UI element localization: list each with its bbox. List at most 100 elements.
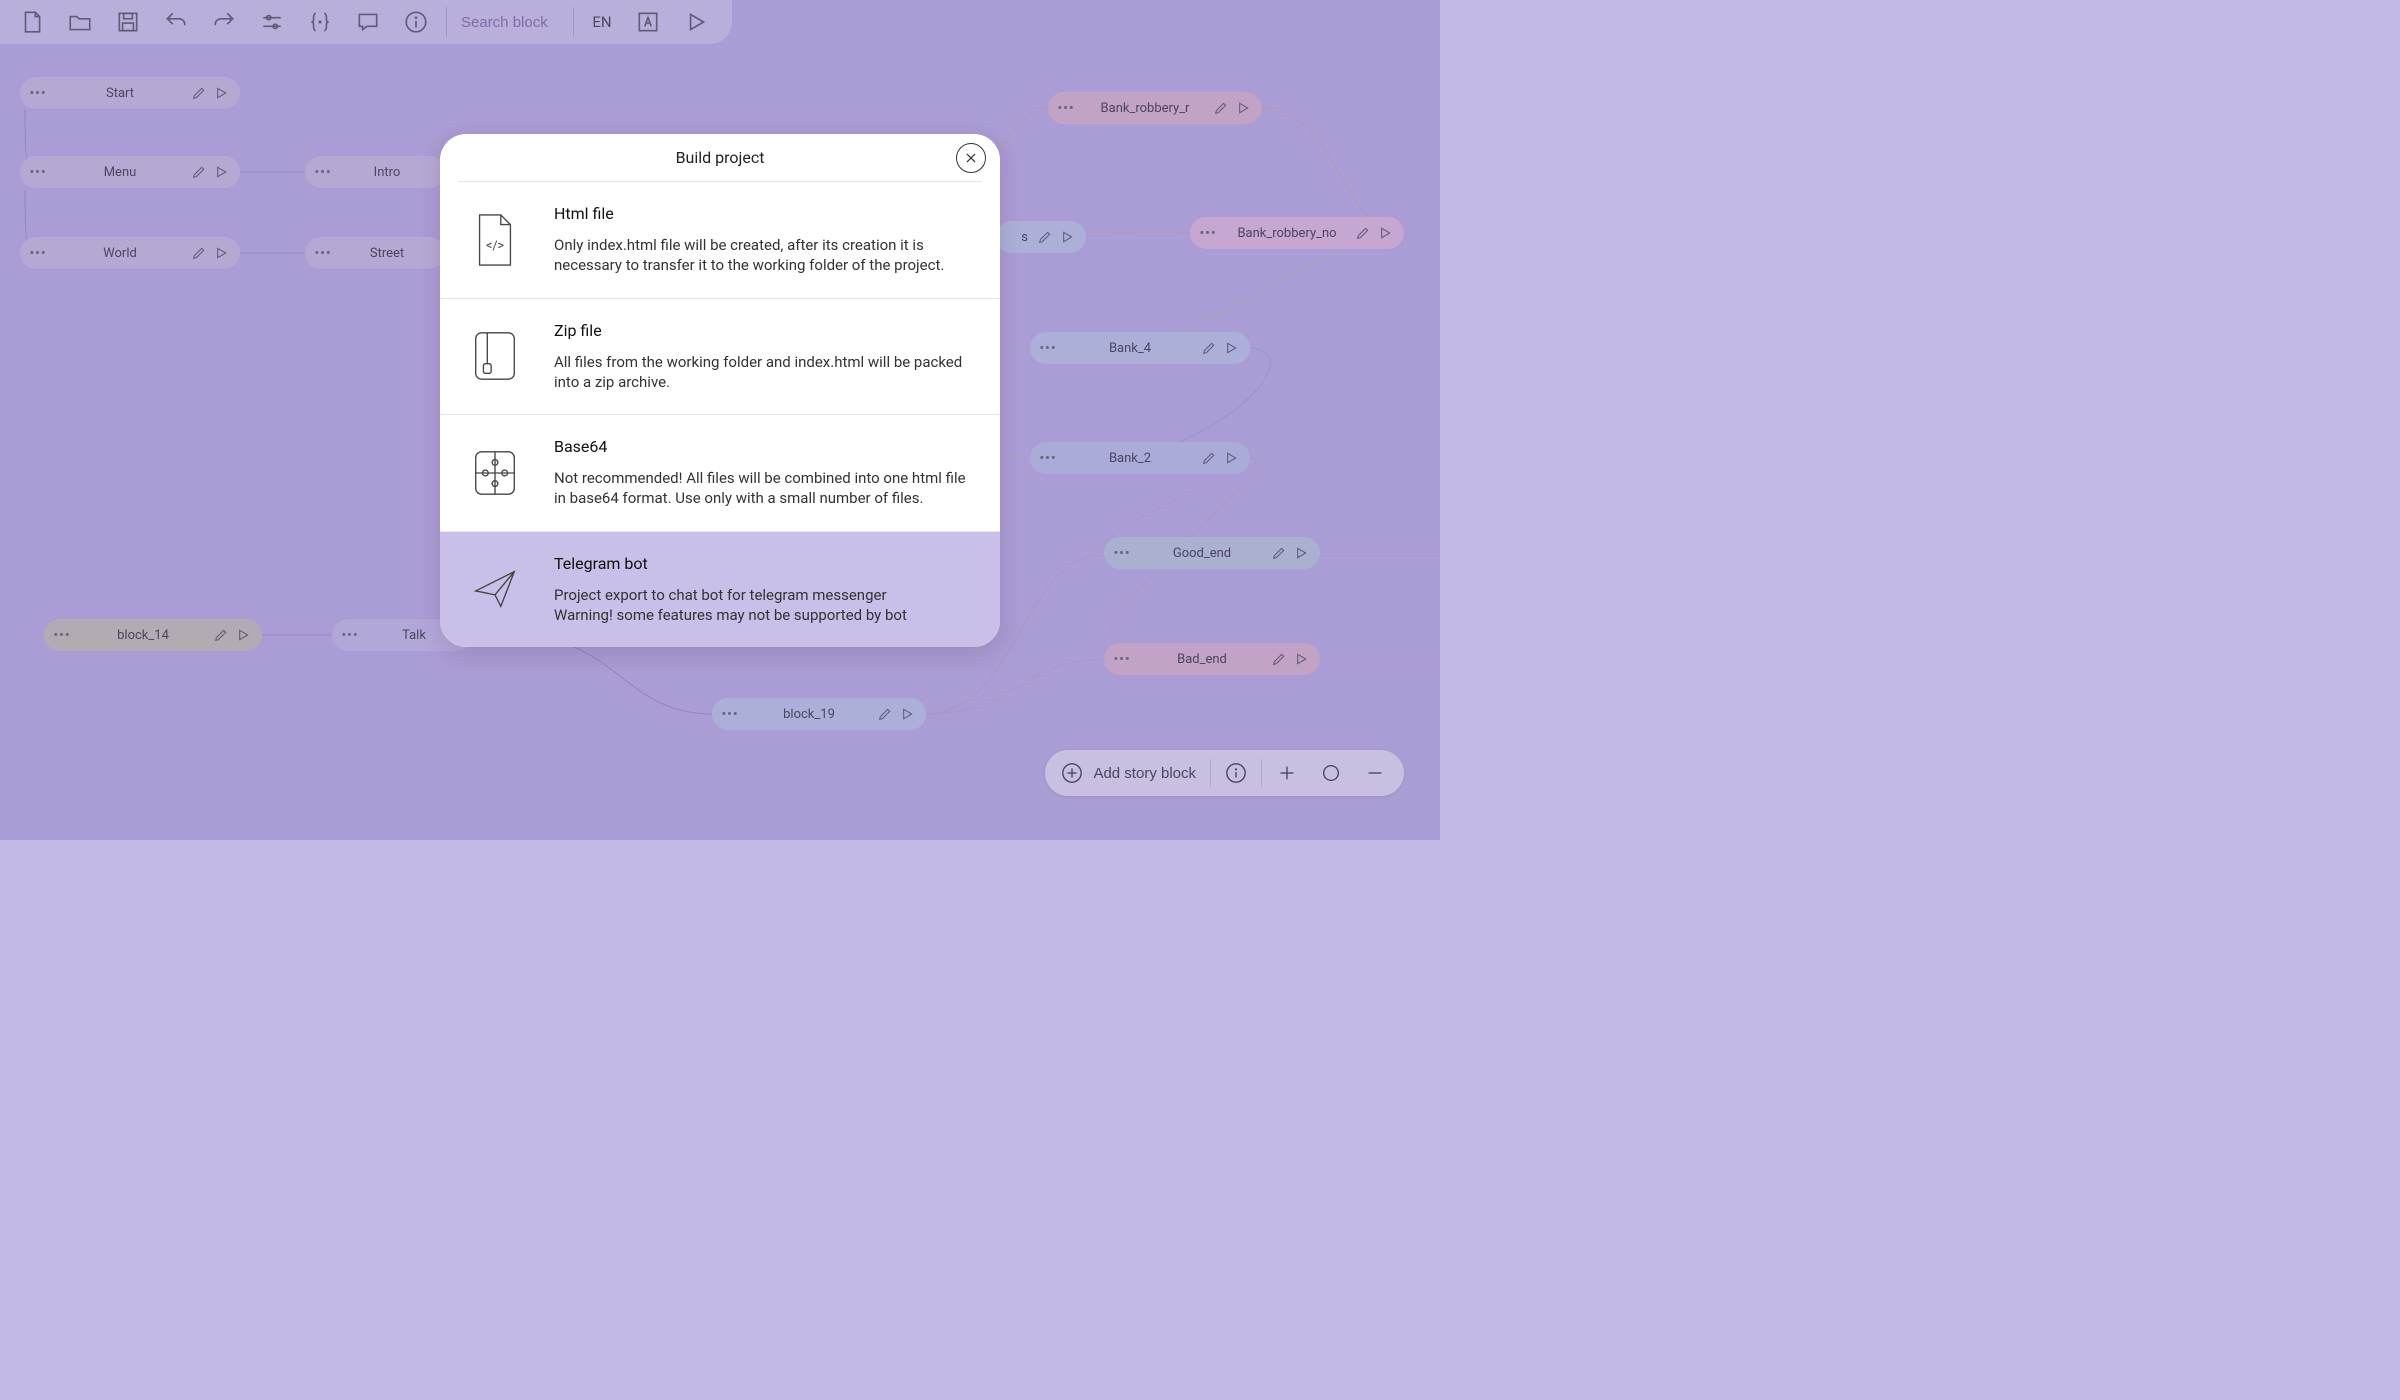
search-input[interactable]: [455, 14, 565, 31]
language-label[interactable]: EN: [582, 13, 622, 31]
block-label: block_19: [744, 707, 874, 722]
block-menu-icon[interactable]: •••: [1052, 96, 1080, 120]
block-label: Intro: [337, 165, 437, 180]
play-icon[interactable]: [232, 624, 254, 646]
block-menu-icon[interactable]: •••: [309, 241, 337, 265]
fab-separator: [1261, 759, 1262, 787]
pencil-icon[interactable]: [1198, 337, 1220, 359]
block-label: block_14: [76, 628, 210, 643]
block-label: Bank_4: [1062, 341, 1198, 356]
play-icon[interactable]: [1374, 222, 1396, 244]
block-label: Bank_robbery_no: [1222, 226, 1352, 241]
block-menu-icon[interactable]: •••: [716, 702, 744, 726]
block-label: s: [1000, 230, 1034, 245]
block-menu-icon[interactable]: •••: [1034, 336, 1062, 360]
story-block-bank-r[interactable]: ••• Bank_robbery_r: [1048, 92, 1262, 124]
play-icon[interactable]: [1056, 226, 1078, 248]
story-block-street[interactable]: ••• Street: [305, 237, 445, 269]
run-button[interactable]: [674, 0, 718, 44]
chat-button[interactable]: [346, 0, 390, 44]
block-menu-icon[interactable]: •••: [24, 81, 52, 105]
story-block-intro[interactable]: ••• Intro: [305, 156, 445, 188]
block-menu-icon[interactable]: •••: [48, 623, 76, 647]
dialog-title: Build project: [676, 148, 765, 167]
font-button[interactable]: [626, 0, 670, 44]
block-menu-icon[interactable]: •••: [1108, 541, 1136, 565]
story-block-partial[interactable]: s: [996, 221, 1086, 253]
story-block-bad[interactable]: ••• Bad_end: [1104, 643, 1320, 675]
puzzle-icon: [464, 437, 526, 509]
settings-sliders-button[interactable]: [250, 0, 294, 44]
play-icon[interactable]: [896, 703, 918, 725]
block-menu-icon[interactable]: •••: [1194, 221, 1222, 245]
paper-plane-icon: [464, 554, 526, 626]
block-label: Menu: [52, 165, 188, 180]
story-block-good[interactable]: ••• Good_end: [1104, 537, 1320, 569]
redo-button[interactable]: [202, 0, 246, 44]
json-button[interactable]: [298, 0, 342, 44]
close-icon[interactable]: [956, 143, 986, 173]
pencil-icon[interactable]: [188, 82, 210, 104]
new-file-button[interactable]: [10, 0, 54, 44]
story-block-bank4[interactable]: ••• Bank_4: [1030, 332, 1250, 364]
play-icon[interactable]: [1220, 337, 1242, 359]
story-block-world[interactable]: ••• World: [20, 237, 240, 269]
svg-text:</>: </>: [486, 238, 505, 253]
dialog-header: Build project: [458, 134, 982, 182]
block-menu-icon[interactable]: •••: [1034, 446, 1062, 470]
story-block-bank2[interactable]: ••• Bank_2: [1030, 442, 1250, 474]
fab-separator: [1210, 759, 1211, 787]
story-block-14[interactable]: ••• block_14: [44, 619, 262, 651]
block-menu-icon[interactable]: •••: [309, 160, 337, 184]
option-desc: Project export to chat bot for telegram …: [554, 585, 976, 626]
info-button[interactable]: [394, 0, 438, 44]
block-label: Start: [52, 86, 188, 101]
story-block-start[interactable]: ••• Start: [20, 77, 240, 109]
zoom-reset-button[interactable]: [1312, 753, 1350, 793]
zoom-in-button[interactable]: [1268, 753, 1306, 793]
pencil-icon[interactable]: [210, 624, 232, 646]
undo-button[interactable]: [154, 0, 198, 44]
pencil-icon[interactable]: [1268, 542, 1290, 564]
build-option-html[interactable]: </> Html file Only index.html file will …: [440, 182, 1000, 299]
play-icon[interactable]: [1290, 648, 1312, 670]
block-label: Good_end: [1136, 546, 1268, 561]
open-folder-button[interactable]: [58, 0, 102, 44]
pencil-icon[interactable]: [1198, 447, 1220, 469]
block-label: Bad_end: [1136, 652, 1268, 667]
build-option-base64[interactable]: Base64 Not recommended! All files will b…: [440, 415, 1000, 532]
pencil-icon[interactable]: [188, 242, 210, 264]
pencil-icon[interactable]: [1268, 648, 1290, 670]
pencil-icon[interactable]: [1034, 226, 1056, 248]
option-title: Telegram bot: [554, 554, 976, 573]
play-icon[interactable]: [1232, 97, 1254, 119]
option-desc: All files from the working folder and in…: [554, 352, 976, 393]
pencil-icon[interactable]: [874, 703, 896, 725]
block-label: Street: [337, 246, 437, 261]
play-icon[interactable]: [1290, 542, 1312, 564]
zip-file-icon: [464, 321, 526, 393]
story-block-bank-no[interactable]: ••• Bank_robbery_no: [1190, 217, 1404, 249]
pencil-icon[interactable]: [1352, 222, 1374, 244]
play-icon[interactable]: [210, 242, 232, 264]
play-icon[interactable]: [210, 161, 232, 183]
pencil-icon[interactable]: [188, 161, 210, 183]
play-icon[interactable]: [1220, 447, 1242, 469]
block-menu-icon[interactable]: •••: [24, 241, 52, 265]
block-menu-icon[interactable]: •••: [24, 160, 52, 184]
block-menu-icon[interactable]: •••: [1108, 647, 1136, 671]
add-block-button[interactable]: Add story block: [1053, 753, 1204, 793]
block-menu-icon[interactable]: •••: [336, 623, 364, 647]
save-button[interactable]: [106, 0, 150, 44]
story-block-19[interactable]: ••• block_19: [712, 698, 926, 730]
pencil-icon[interactable]: [1210, 97, 1232, 119]
fab-info-button[interactable]: [1217, 753, 1255, 793]
zoom-out-button[interactable]: [1356, 753, 1394, 793]
option-title: Base64: [554, 437, 976, 456]
build-option-zip[interactable]: Zip file All files from the working fold…: [440, 299, 1000, 416]
story-block-menu[interactable]: ••• Menu: [20, 156, 240, 188]
toolbar-separator: [446, 7, 447, 37]
block-label: Bank_robbery_r: [1080, 101, 1210, 116]
build-option-telegram[interactable]: Telegram bot Project export to chat bot …: [440, 532, 1000, 648]
play-icon[interactable]: [210, 82, 232, 104]
